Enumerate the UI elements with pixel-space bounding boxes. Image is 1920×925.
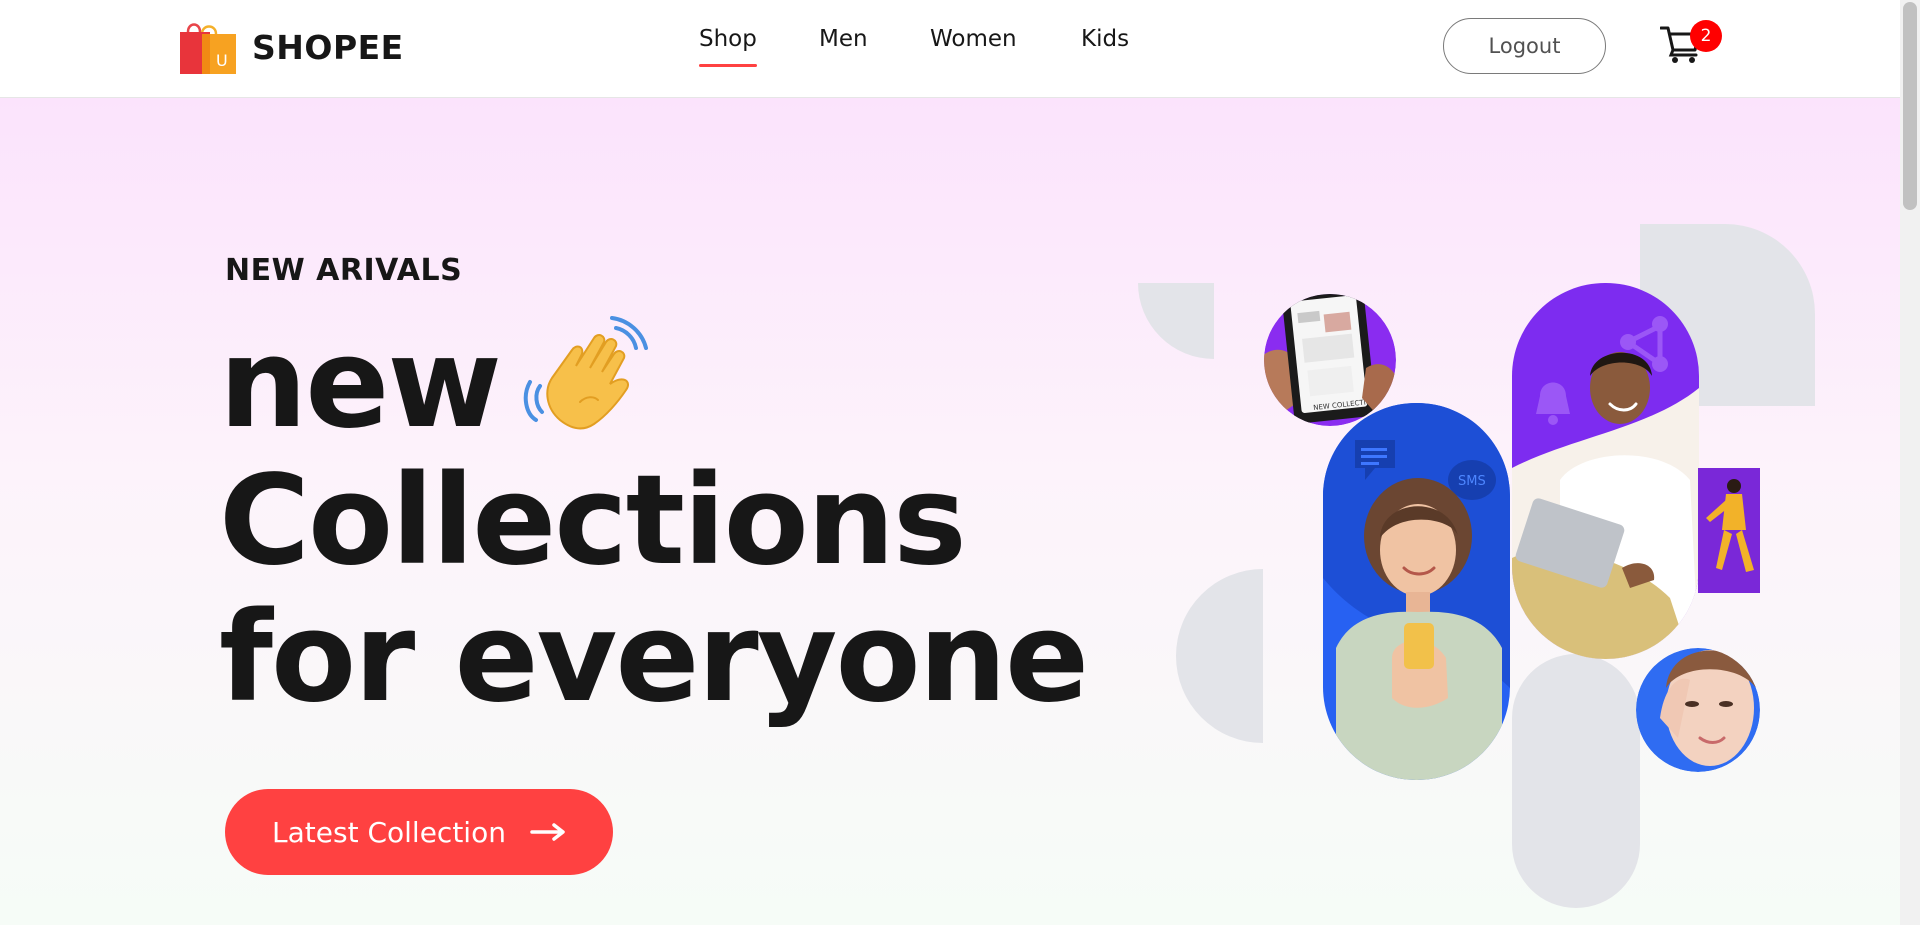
hero-text: NEW ARIVALS new Collections for everyone… [219,98,1125,925]
latest-collection-button[interactable]: Latest Collection [225,789,613,875]
top-navbar: U SHOPEE Shop Men Women Kids Logout 2 [0,0,1900,98]
cart-count-badge: 2 [1690,20,1722,52]
nav-link-men[interactable]: Men [819,26,868,52]
shopping-bag-icon: U [180,23,236,74]
woman-phone-photo: SMS [1323,403,1510,780]
headline-line-3: for everyone [219,586,1089,730]
headline-line-2: Collections [219,449,967,593]
nav-link-shop[interactable]: Shop [699,26,757,67]
logo-letter: U [216,51,228,70]
logout-button[interactable]: Logout [1443,18,1606,74]
page-scrollbar[interactable] [1900,0,1920,925]
hero-eyebrow: NEW ARIVALS [225,253,463,288]
gray-semicircle-left [1176,569,1263,743]
hero-section: NEW ARIVALS new Collections for everyone… [0,98,1900,925]
yellow-outfit-photo [1698,468,1760,593]
headline-line-1: new [219,316,1087,453]
arrow-right-icon [530,823,565,841]
gray-quarter-shape-small [1138,283,1214,359]
scrollbar-thumb[interactable] [1903,2,1917,210]
cart-button[interactable]: 2 [1660,20,1722,68]
face-circle-photo [1636,648,1760,772]
waving-hand-icon [523,316,648,430]
cta-label: Latest Collection [272,815,506,849]
nav-link-kids[interactable]: Kids [1081,26,1129,52]
sms-badge: SMS [1458,474,1486,489]
gray-pill-bottom [1512,654,1640,908]
brand-name: SHOPEE [252,27,404,67]
nav-link-women[interactable]: Women [930,26,1017,52]
headline-word-new: new [219,312,502,456]
man-laptop-photo [1512,283,1699,659]
tablet-circle-photo: NEW COLLECTION [1264,294,1396,426]
brand[interactable]: U SHOPEE [178,18,404,76]
hero-illustration: NEW COLLECTION SMS [1138,224,1815,908]
hero-headline: new Collections for everyone [219,316,1089,730]
